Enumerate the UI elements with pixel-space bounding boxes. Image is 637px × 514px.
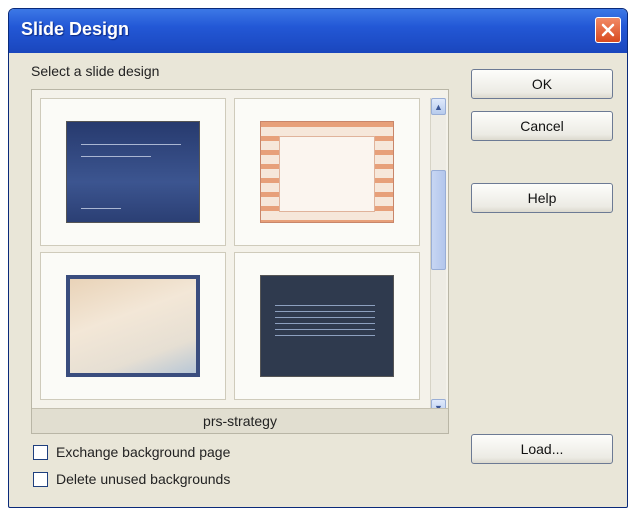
exchange-background-option[interactable]: Exchange background page [33,442,230,462]
blue-slide-thumbnail [66,121,200,223]
design-item[interactable] [40,252,226,400]
delete-unused-checkbox[interactable] [33,471,48,487]
load-button[interactable]: Load... [471,434,613,464]
scroll-thumb[interactable] [431,170,446,270]
select-design-label: Select a slide design [31,63,160,79]
design-list-scrollbar[interactable]: ▲ ▼ [430,98,446,416]
delete-unused-option[interactable]: Delete unused backgrounds [33,469,230,489]
chevron-up-icon: ▲ [434,101,443,112]
selected-design-name: prs-strategy [32,408,448,433]
design-item[interactable] [40,98,226,246]
design-item[interactable] [234,98,420,246]
delete-unused-label: Delete unused backgrounds [56,471,231,487]
design-item[interactable] [234,252,420,400]
cancel-button[interactable]: Cancel [471,111,613,141]
dark-slide-thumbnail [260,275,394,377]
close-button[interactable] [595,17,621,43]
exchange-background-label: Exchange background page [56,444,231,460]
title-bar[interactable]: Slide Design [9,9,627,53]
ok-button[interactable]: OK [471,69,613,99]
scroll-up-button[interactable]: ▲ [431,98,446,115]
design-list[interactable]: ▲ ▼ prs-strategy [31,89,449,434]
close-icon [601,23,615,37]
slide-design-dialog: Slide Design Select a slide design ▲ prs… [8,8,628,508]
orange-stripes-slide-thumbnail [260,121,394,223]
help-button[interactable]: Help [471,183,613,213]
dialog-title: Slide Design [21,19,130,39]
beige-slide-thumbnail [66,275,200,377]
exchange-background-checkbox[interactable] [33,444,48,460]
